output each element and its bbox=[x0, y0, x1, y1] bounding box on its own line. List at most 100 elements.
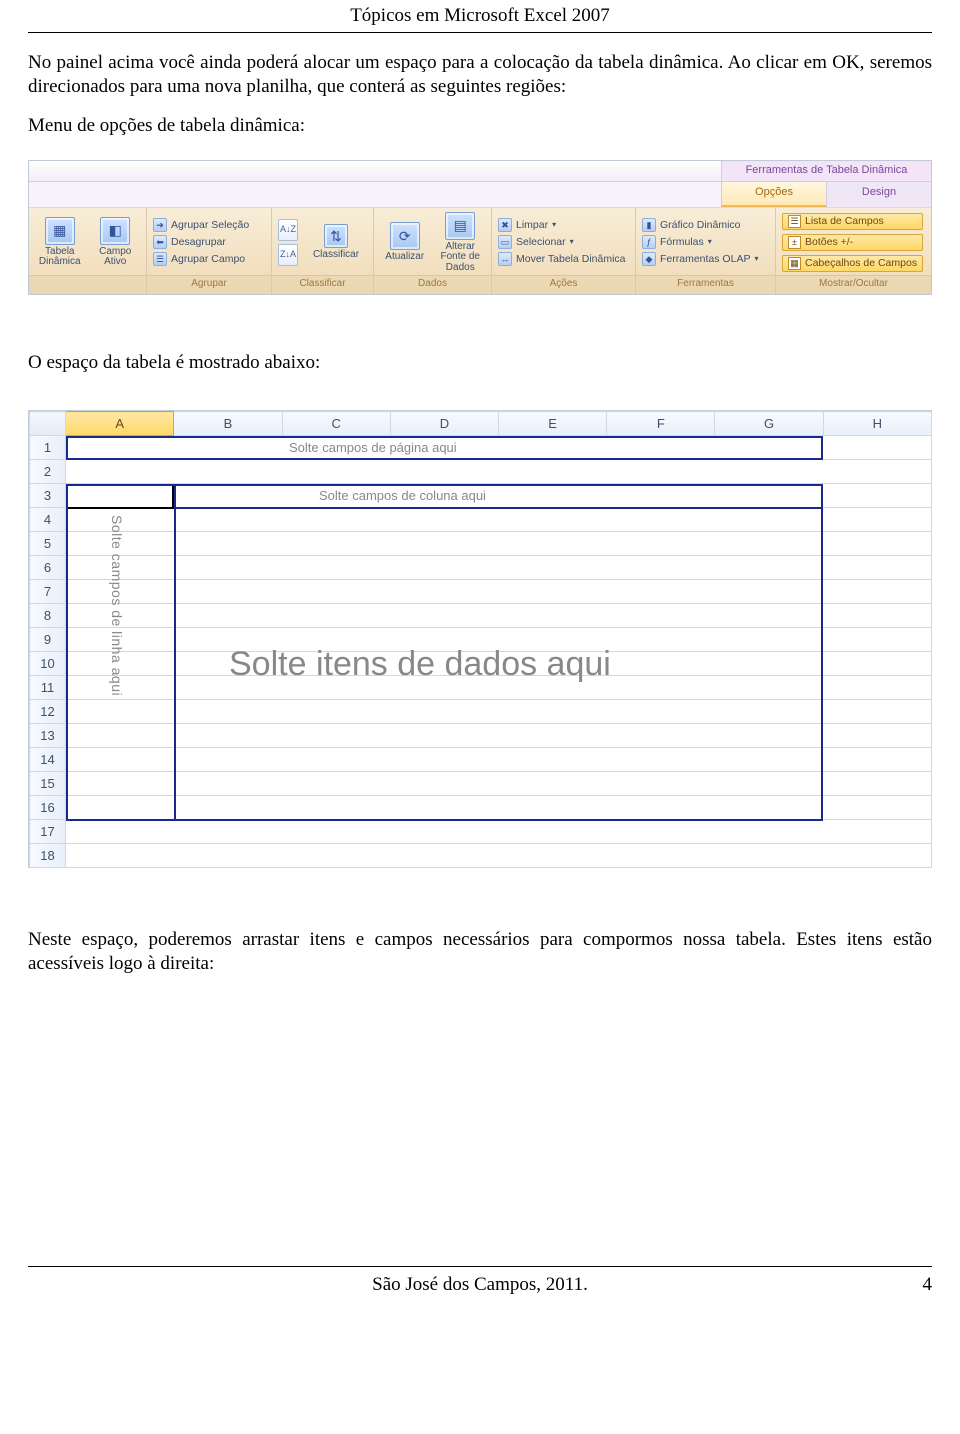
select-icon: ▭ bbox=[498, 235, 512, 249]
selecionar-button[interactable]: ▭ Selecionar ▾ bbox=[498, 235, 626, 249]
limpar-button[interactable]: ✖ Limpar ▾ bbox=[498, 218, 626, 232]
group-acoes-label: Ações bbox=[492, 275, 635, 294]
paragraph-1: No painel acima você ainda poderá alocar… bbox=[28, 51, 932, 99]
agrupar-selecao-label: Agrupar Seleção bbox=[171, 219, 249, 232]
row-header-7[interactable]: 7 bbox=[30, 580, 66, 604]
chevron-down-icon: ▾ bbox=[552, 220, 556, 230]
chevron-down-icon: ▾ bbox=[754, 254, 758, 264]
classificar-button[interactable]: ⇅ Classificar bbox=[308, 224, 364, 261]
header-divider bbox=[28, 32, 932, 33]
col-header-E[interactable]: E bbox=[499, 412, 607, 436]
row-header-6[interactable]: 6 bbox=[30, 556, 66, 580]
tab-design[interactable]: Design bbox=[826, 182, 931, 207]
tab-opcoes[interactable]: Opções bbox=[721, 182, 826, 207]
row-header-8[interactable]: 8 bbox=[30, 604, 66, 628]
paragraph-3: O espaço da tabela é mostrado abaixo: bbox=[28, 351, 932, 375]
change-source-icon: ▤ bbox=[445, 212, 475, 240]
group-first-label bbox=[29, 275, 146, 294]
row-header-1[interactable]: 1 bbox=[30, 436, 66, 460]
classificar-label: Classificar bbox=[313, 250, 359, 261]
row-header-9[interactable]: 9 bbox=[30, 628, 66, 652]
group-classificar-label: Classificar bbox=[272, 275, 373, 294]
atualizar-label: Atualizar bbox=[385, 252, 424, 263]
agrupar-selecao-button[interactable]: ➜ Agrupar Seleção bbox=[153, 218, 249, 232]
footer-pagenum: 4 bbox=[892, 1273, 932, 1297]
group-selection-icon: ➜ bbox=[153, 218, 167, 232]
ribbon-tabs-spacer bbox=[29, 182, 721, 207]
desagrupar-label: Desagrupar bbox=[171, 236, 226, 249]
tabela-dinamica-button[interactable]: ▦ Tabela Dinâmica bbox=[35, 217, 85, 268]
chevron-down-icon: ▾ bbox=[708, 237, 712, 247]
clear-icon: ✖ bbox=[498, 218, 512, 232]
group-agrupar-label: Agrupar bbox=[147, 275, 271, 294]
col-header-G[interactable]: G bbox=[715, 412, 823, 436]
selecionar-label: Selecionar bbox=[516, 236, 566, 249]
cabecalhos-campos-label: Cabeçalhos de Campos bbox=[805, 257, 917, 270]
row-header-18[interactable]: 18 bbox=[30, 844, 66, 868]
plus-minus-icon: ± bbox=[788, 236, 801, 249]
chevron-down-icon: ▾ bbox=[570, 237, 574, 247]
footer-center: São José dos Campos, 2011. bbox=[28, 1273, 892, 1297]
grafico-dinamico-button[interactable]: ▮ Gráfico Dinâmico bbox=[642, 218, 758, 232]
group-mostrar-label: Mostrar/Ocultar bbox=[776, 275, 931, 294]
pivot-table-icon: ▦ bbox=[45, 217, 75, 245]
atualizar-button[interactable]: ⟳ Atualizar bbox=[380, 222, 430, 263]
formulas-icon: ƒ bbox=[642, 235, 656, 249]
row-header-17[interactable]: 17 bbox=[30, 820, 66, 844]
mover-tabela-label: Mover Tabela Dinâmica bbox=[516, 253, 626, 266]
active-field-icon: ◧ bbox=[100, 217, 130, 245]
select-all-corner[interactable] bbox=[30, 412, 66, 436]
lista-de-campos-button[interactable]: ☰ Lista de Campos bbox=[782, 213, 923, 230]
ferramentas-olap-button[interactable]: ◆ Ferramentas OLAP ▾ bbox=[642, 252, 758, 266]
ungroup-icon: ⬅ bbox=[153, 235, 167, 249]
group-ferramentas-label: Ferramentas bbox=[636, 275, 775, 294]
row-header-11[interactable]: 11 bbox=[30, 676, 66, 700]
limpar-label: Limpar bbox=[516, 219, 548, 232]
row-header-2[interactable]: 2 bbox=[30, 460, 66, 484]
col-header-H[interactable]: H bbox=[823, 412, 931, 436]
row-header-10[interactable]: 10 bbox=[30, 652, 66, 676]
desagrupar-button[interactable]: ⬅ Desagrupar bbox=[153, 235, 249, 249]
row-header-5[interactable]: 5 bbox=[30, 532, 66, 556]
col-header-C[interactable]: C bbox=[282, 412, 390, 436]
pivot-chart-icon: ▮ bbox=[642, 218, 656, 232]
move-icon: ↔ bbox=[498, 252, 512, 266]
row-header-14[interactable]: 14 bbox=[30, 748, 66, 772]
alterar-fonte-label: Alterar Fonte de Dados bbox=[436, 242, 486, 274]
field-list-icon: ☰ bbox=[788, 215, 801, 228]
campo-ativo-label: Campo Ativo bbox=[91, 247, 141, 268]
page-header-title: Tópicos em Microsoft Excel 2007 bbox=[28, 0, 932, 30]
refresh-icon: ⟳ bbox=[390, 222, 420, 250]
sort-za-button[interactable]: Z↓A bbox=[278, 244, 298, 266]
formulas-button[interactable]: ƒ Fórmulas ▾ bbox=[642, 235, 758, 249]
cabecalhos-campos-button[interactable]: ▦ Cabeçalhos de Campos bbox=[782, 255, 923, 272]
col-header-B[interactable]: B bbox=[174, 412, 282, 436]
row-header-16[interactable]: 16 bbox=[30, 796, 66, 820]
grafico-dinamico-label: Gráfico Dinâmico bbox=[660, 219, 741, 232]
botoes-mais-menos-button[interactable]: ± Botões +/- bbox=[782, 234, 923, 251]
row-header-3[interactable]: 3 bbox=[30, 484, 66, 508]
agrupar-campo-label: Agrupar Campo bbox=[171, 253, 245, 266]
tabela-dinamica-label: Tabela Dinâmica bbox=[35, 247, 85, 268]
paragraph-4: Neste espaço, poderemos arrastar itens e… bbox=[28, 928, 932, 976]
alterar-fonte-button[interactable]: ▤ Alterar Fonte de Dados bbox=[436, 212, 486, 274]
lista-de-campos-label: Lista de Campos bbox=[805, 215, 884, 228]
row-header-15[interactable]: 15 bbox=[30, 772, 66, 796]
row-header-4[interactable]: 4 bbox=[30, 508, 66, 532]
mover-tabela-button[interactable]: ↔ Mover Tabela Dinâmica bbox=[498, 252, 626, 266]
row-header-13[interactable]: 13 bbox=[30, 724, 66, 748]
col-header-A[interactable]: A bbox=[66, 412, 174, 436]
pivot-sheet-figure: A B C D E F G H 1 2 3 4 5 6 7 8 9 10 bbox=[29, 411, 932, 868]
ribbon-contextual-title: Ferramentas de Tabela Dinâmica bbox=[721, 161, 931, 181]
sort-icon: ⇅ bbox=[324, 224, 348, 248]
sort-az-button[interactable]: A↓Z bbox=[278, 219, 298, 241]
group-dados-label: Dados bbox=[374, 275, 491, 294]
paragraph-2: Menu de opções de tabela dinâmica: bbox=[28, 114, 932, 138]
agrupar-campo-button[interactable]: ☰ Agrupar Campo bbox=[153, 252, 249, 266]
col-header-D[interactable]: D bbox=[390, 412, 498, 436]
ferramentas-olap-label: Ferramentas OLAP bbox=[660, 253, 750, 266]
col-header-F[interactable]: F bbox=[607, 412, 715, 436]
campo-ativo-button[interactable]: ◧ Campo Ativo bbox=[91, 217, 141, 268]
formulas-label: Fórmulas bbox=[660, 236, 704, 249]
row-header-12[interactable]: 12 bbox=[30, 700, 66, 724]
